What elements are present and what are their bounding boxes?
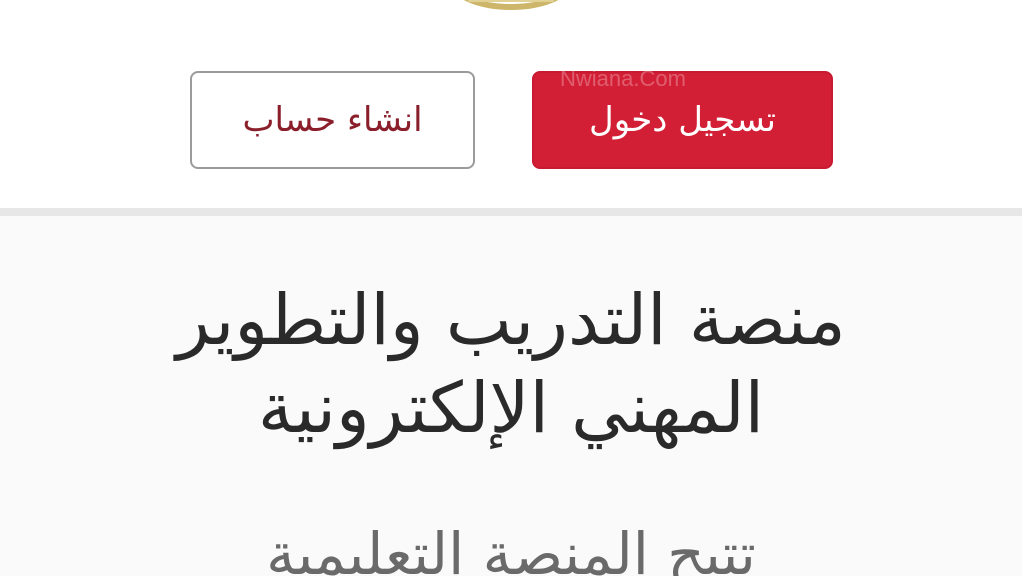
login-button[interactable]: تسجيل دخول [532,71,833,169]
register-button-label: انشاء حساب [242,100,423,140]
login-button-label: تسجيل دخول [589,100,776,140]
intro-text: تتيح المنصة التعليمية [266,520,756,576]
page-title: منصة التدريب والتطوير المهني الإلكترونية [60,276,962,452]
page: تسجيل دخول Nwiana.Com انشاء حساب منصة ال… [0,0,1022,576]
register-button[interactable]: انشاء حساب [190,71,475,169]
page-title-line-1: منصة التدريب والتطوير [176,279,846,361]
page-title-line-2: المهني الإلكترونية [257,367,765,449]
header: تسجيل دخول Nwiana.Com انشاء حساب [0,0,1022,210]
content-section: منصة التدريب والتطوير المهني الإلكترونية… [0,216,1022,576]
section-divider [0,208,1022,216]
logo-emblem-icon [452,0,570,10]
